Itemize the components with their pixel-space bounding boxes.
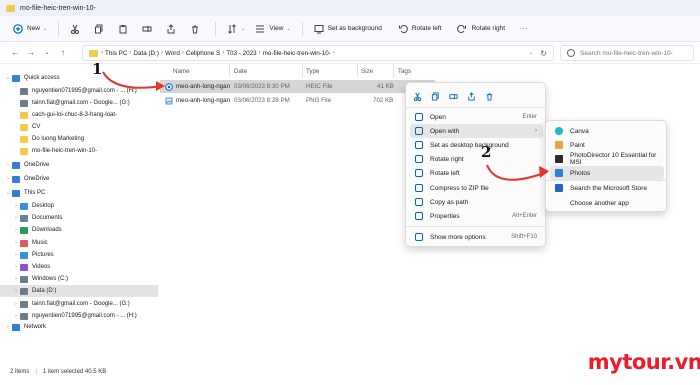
- selection-info: 1 item selected 40.5 KB: [42, 369, 107, 375]
- annotation-arrowhead-1: [156, 81, 165, 91]
- mytour-watermark-logo: mytour.vn: [588, 344, 700, 380]
- annotation-arrow-2: [486, 164, 548, 181]
- annotation-arrowhead-2: [539, 166, 549, 178]
- annotation-overlay: [102, 71, 549, 181]
- annotation-arrow-1: [102, 71, 164, 89]
- step-number-1: 1: [92, 60, 103, 78]
- step-number-2: 2: [481, 143, 492, 161]
- item-count: 2 items: [10, 369, 30, 375]
- status-bar: 2 items | 1 item selected 40.5 KB: [10, 369, 107, 375]
